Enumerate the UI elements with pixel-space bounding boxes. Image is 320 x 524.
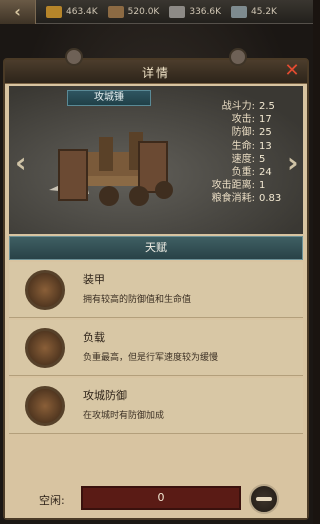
talent-header: 天赋 bbox=[9, 236, 303, 260]
unit-info-panel: 攻城锤 ‹ › 战斗力: 2.5 攻击: 17 防御: 25 生命: 13 速度: 5 负… bbox=[9, 86, 303, 234]
idle-bar: 空闲: 0 bbox=[5, 480, 307, 518]
food-icon bbox=[107, 5, 124, 18]
prev-unit-arrow[interactable]: ‹ bbox=[15, 146, 27, 179]
coin-icon bbox=[46, 5, 62, 18]
dialog-title: 详情 bbox=[141, 66, 170, 80]
resource-wood: 336.6K bbox=[169, 5, 221, 18]
next-unit-arrow[interactable]: › bbox=[287, 146, 299, 179]
stat-row: 攻击距离: 1 bbox=[211, 180, 266, 192]
siege-defense-icon bbox=[25, 386, 65, 426]
talent-item-siege-defense: 攻城防御 在攻城时有防御加成 bbox=[9, 378, 303, 434]
wood-icon bbox=[169, 5, 186, 18]
unit-stats: 战斗力: 2.5 攻击: 17 防御: 25 生命: 13 速度: 5 负重: 24 攻击距… bbox=[193, 100, 282, 206]
battering-ram-image bbox=[49, 132, 173, 206]
stat-row: 防御: 25 bbox=[231, 127, 272, 139]
back-arrow-icon: ‹ bbox=[14, 2, 21, 21]
resource-gold: 463.4K bbox=[46, 5, 98, 18]
stat-row: 负重: 24 bbox=[231, 167, 272, 179]
armor-icon bbox=[25, 270, 65, 310]
resource-bar: ‹ 463.4K 520.0K 336.6K 45.2K bbox=[0, 0, 313, 24]
stat-row: 速度: 5 bbox=[231, 153, 266, 165]
unit-detail-dialog: 详情 ✕ 攻城锤 ‹ › 战斗力: 2.5 攻击: 17 防御: 25 生命: 13 速… bbox=[3, 48, 309, 520]
load-icon bbox=[25, 328, 65, 368]
close-button[interactable]: ✕ bbox=[283, 62, 301, 80]
resource-food: 520.0K bbox=[107, 5, 159, 18]
stat-row: 生命: 13 bbox=[231, 140, 272, 152]
dialog-titlebar: 详情 ✕ bbox=[5, 48, 307, 84]
talent-item-armor: 装甲 拥有较高的防御值和生命值 bbox=[9, 262, 303, 318]
back-button[interactable]: ‹ bbox=[0, 0, 36, 24]
stone-icon bbox=[231, 5, 248, 18]
idle-count-field[interactable]: 0 bbox=[81, 486, 241, 510]
unit-name: 攻城锤 bbox=[67, 90, 151, 106]
talent-item-load: 负载 负重最高，但是行军速度较为缓慢 bbox=[9, 320, 303, 376]
stat-row: 战斗力: 2.5 bbox=[221, 101, 275, 112]
stat-row: 攻击: 17 bbox=[231, 114, 272, 126]
idle-label: 空闲: bbox=[39, 494, 65, 507]
minus-icon bbox=[256, 497, 272, 501]
resource-stone: 45.2K bbox=[231, 5, 277, 18]
stat-row: 粮食消耗: 0.83 bbox=[211, 193, 282, 205]
dismiss-minus-button[interactable] bbox=[249, 484, 279, 514]
